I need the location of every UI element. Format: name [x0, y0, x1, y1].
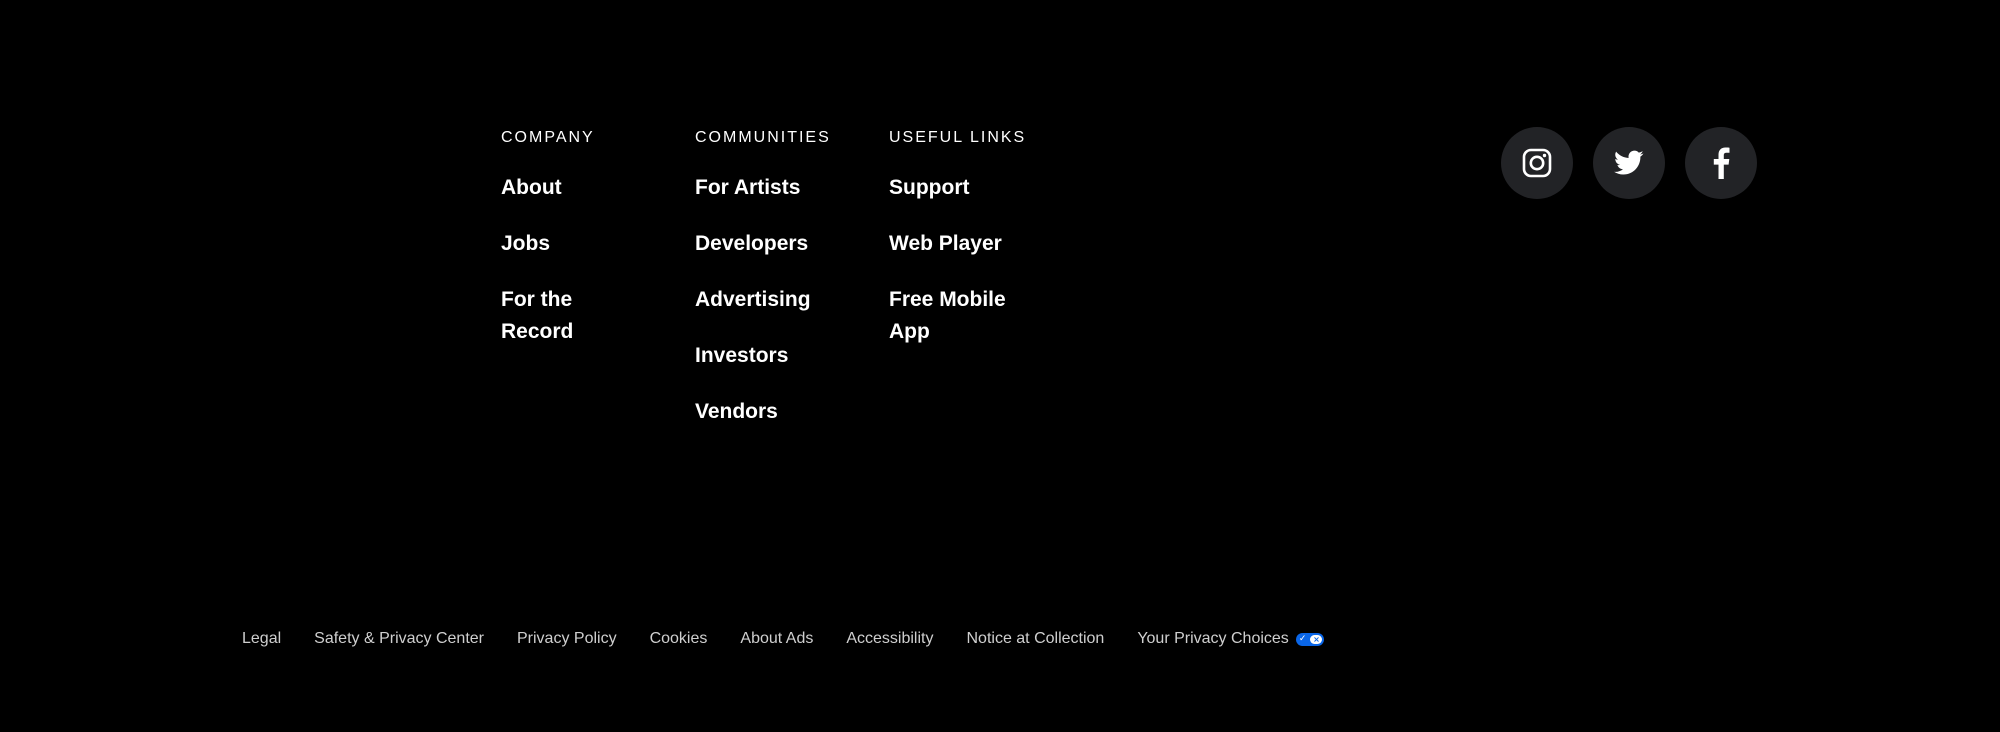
investors-link[interactable]: Investors — [695, 340, 835, 372]
for-artists-link[interactable]: For Artists — [695, 172, 835, 204]
communities-column-title: COMMUNITIES — [695, 129, 831, 146]
accessibility-link[interactable]: Accessibility — [846, 628, 933, 650]
useful-links-column: USEFUL LINKS Support Web Player Free Mob… — [889, 128, 1039, 452]
web-player-link[interactable]: Web Player — [889, 228, 1029, 260]
privacy-toggle-icon: ✓ × — [1295, 632, 1324, 646]
privacy-choices-link[interactable]: Your Privacy Choices ✓ × — [1137, 628, 1324, 650]
privacy-policy-link[interactable]: Privacy Policy — [517, 628, 617, 650]
about-ads-link[interactable]: About Ads — [740, 628, 813, 650]
vendors-link[interactable]: Vendors — [695, 396, 835, 428]
about-link[interactable]: About — [501, 172, 641, 204]
facebook-button[interactable] — [1685, 127, 1757, 199]
cross-icon: × — [1313, 634, 1320, 644]
cookies-link[interactable]: Cookies — [650, 628, 708, 650]
developers-link[interactable]: Developers — [695, 228, 835, 260]
advertising-link[interactable]: Advertising — [695, 284, 835, 316]
notice-at-collection-link[interactable]: Notice at Collection — [966, 628, 1104, 650]
for-the-record-link[interactable]: For the Record — [501, 284, 641, 348]
legal-link[interactable]: Legal — [242, 628, 281, 650]
jobs-link[interactable]: Jobs — [501, 228, 641, 260]
support-link[interactable]: Support — [889, 172, 1029, 204]
facebook-icon — [1713, 147, 1730, 179]
twitter-icon — [1614, 150, 1644, 175]
instagram-icon — [1522, 148, 1552, 178]
company-column: COMPANY About Jobs For the Record — [501, 128, 695, 452]
twitter-button[interactable] — [1593, 127, 1665, 199]
instagram-button[interactable] — [1501, 127, 1573, 199]
company-column-title: COMPANY — [501, 129, 595, 146]
free-mobile-app-link[interactable]: Free Mobile App — [889, 284, 1029, 348]
legal-links: Legal Safety & Privacy Center Privacy Po… — [242, 628, 1324, 650]
privacy-choices-label: Your Privacy Choices — [1137, 630, 1289, 647]
useful-links-column-title: USEFUL LINKS — [889, 129, 1027, 146]
safety-privacy-center-link[interactable]: Safety & Privacy Center — [314, 628, 484, 650]
footer-link-columns: COMPANY About Jobs For the Record COMMUN… — [501, 128, 1039, 452]
communities-column: COMMUNITIES For Artists Developers Adver… — [695, 128, 889, 452]
social-links — [1501, 127, 1757, 199]
check-icon: ✓ — [1298, 633, 1307, 644]
